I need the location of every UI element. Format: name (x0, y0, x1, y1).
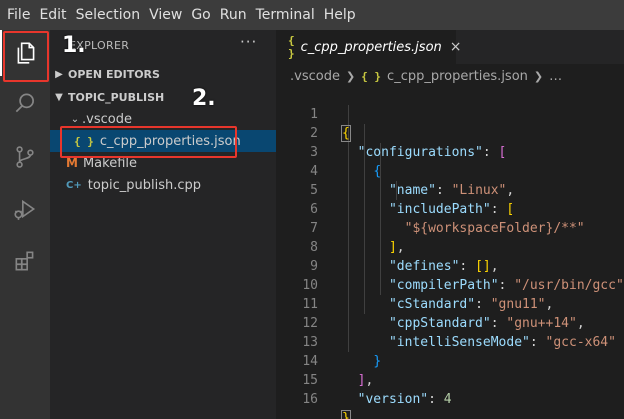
extensions-icon (15, 251, 34, 271)
explorer-sidebar: EXPLORER ··· ▶ OPEN EDITORS ▼ TOPIC_PUBL… (50, 30, 276, 419)
code-line: 10 "cStandard": "gnu11", (302, 278, 554, 312)
extensions-activity-button[interactable] (0, 238, 50, 284)
chevron-right-icon: ▶ (55, 68, 63, 80)
menu-view[interactable]: View (146, 0, 185, 30)
code-line: 15 "version": 4 (302, 373, 452, 407)
breadcrumb-file[interactable]: c_cpp_properties.json (387, 69, 528, 84)
folder-label: .vscode (82, 111, 132, 127)
breadcrumb: .vscode ❯ { } c_cpp_properties.json ❯ … (290, 66, 562, 86)
run-debug-icon (14, 199, 36, 220)
chevron-down-icon: ⌄ (70, 113, 80, 125)
activity-bar (0, 30, 50, 419)
open-editors-label: OPEN EDITORS (68, 67, 160, 81)
chevron-right-icon: ❯ (533, 69, 544, 83)
menu-run[interactable]: Run (217, 0, 250, 30)
json-file-icon: { } (361, 69, 382, 83)
json-file-icon: { } (288, 34, 295, 60)
code-line: 1 { (310, 107, 351, 142)
chevron-down-icon: ▼ (55, 91, 63, 103)
cpp-file-icon: C+ (66, 179, 82, 191)
code-line: 9 "compilerPath": "/usr/bin/gcc", (310, 259, 624, 293)
menu-go[interactable]: Go (188, 0, 213, 30)
menu-selection[interactable]: Selection (73, 0, 144, 30)
code-line: 8 "defines": [], (310, 240, 499, 274)
menu-file[interactable]: File (4, 0, 33, 30)
breadcrumb-symbol[interactable]: … (549, 69, 562, 84)
annotation-step-2: 2. (192, 86, 216, 111)
code-line: 14 ], (302, 354, 374, 388)
menu-bar: File Edit Selection View Go Run Terminal… (0, 0, 624, 30)
tab-label: c_cpp_properties.json (300, 39, 442, 55)
code-line: 5 "includePath": [ (310, 183, 515, 217)
code-line: 11 "cppStandard": "gnu++14", (302, 297, 585, 331)
menu-edit[interactable]: Edit (36, 0, 69, 30)
close-icon[interactable]: × (450, 39, 462, 55)
chevron-right-icon: ❯ (345, 69, 356, 83)
code-line: 13 } (302, 335, 382, 369)
breadcrumb-folder[interactable]: .vscode (290, 69, 340, 84)
annotation-box-json-file (60, 126, 237, 158)
more-actions-icon[interactable]: ··· (240, 33, 257, 51)
project-section[interactable]: ▼ TOPIC_PUBLISH (50, 86, 276, 108)
code-line: 3 { (310, 145, 382, 179)
source-control-activity-button[interactable] (0, 134, 50, 180)
code-line: 6 "${workspaceFolder}/**" (310, 202, 585, 236)
tree-file-topic-publish-cpp[interactable]: C+ topic_publish.cpp (50, 174, 276, 196)
tab-bar: { } c_cpp_properties.json × (276, 30, 624, 64)
run-debug-activity-button[interactable] (0, 186, 50, 232)
code-line: 4 "name": "Linux", (310, 164, 515, 198)
search-activity-button[interactable] (0, 80, 50, 126)
annotation-box-explorer (3, 31, 49, 82)
menu-help[interactable]: Help (321, 0, 359, 30)
code-line: 2 "configurations": [ (310, 126, 507, 160)
code-line: 7 ], (310, 221, 405, 255)
menu-terminal[interactable]: Terminal (253, 0, 318, 30)
code-line: 12 "intelliSenseMode": "gcc-x64" (302, 316, 616, 350)
code-line: 16 } (276, 371, 624, 419)
editor-area: { } c_cpp_properties.json × .vscode ❯ { … (276, 30, 624, 419)
annotation-step-1: 1. (62, 33, 86, 58)
project-label: TOPIC_PUBLISH (68, 90, 165, 104)
open-editors-section[interactable]: ▶ OPEN EDITORS (50, 63, 276, 85)
makefile-icon: M (66, 156, 78, 170)
source-control-icon (16, 146, 34, 168)
file-label: topic_publish.cpp (87, 177, 202, 193)
search-icon (15, 93, 34, 113)
tab-c-cpp-properties[interactable]: { } c_cpp_properties.json × (276, 30, 462, 64)
